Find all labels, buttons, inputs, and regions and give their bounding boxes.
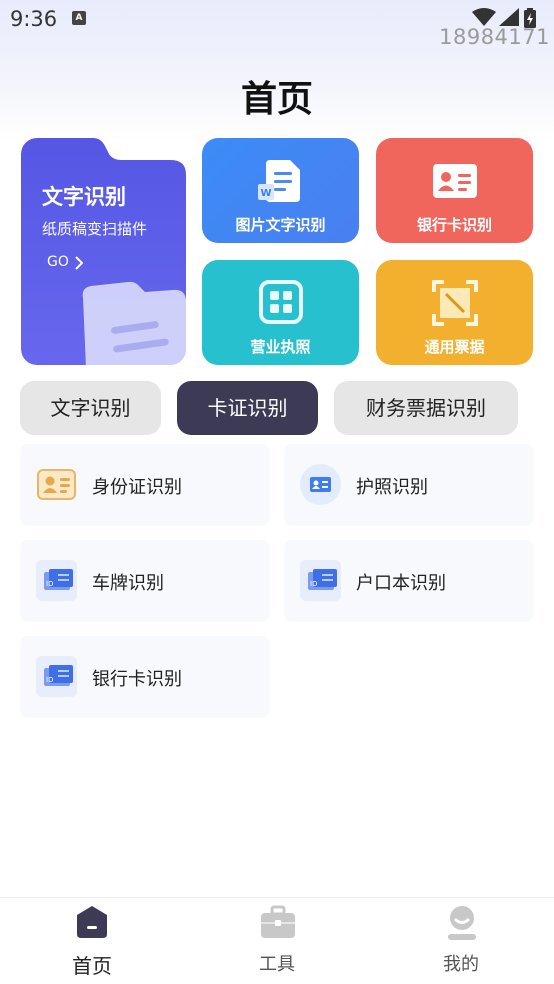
tab-card-recognition[interactable]: 卡证识别 <box>177 381 318 435</box>
picture-text-recognition-card[interactable]: W 图片文字识别 <box>202 138 359 243</box>
go-link[interactable]: GO <box>47 254 69 270</box>
signal-icon <box>499 8 519 26</box>
id-card-gold-icon <box>37 469 76 500</box>
device-id-text: 18984171 <box>439 25 550 49</box>
home-icon <box>77 906 107 938</box>
text-recognition-card[interactable]: 文字识别 纸质稿变扫描件 GO <box>21 138 186 365</box>
nav-mine-label: 我的 <box>443 954 479 975</box>
business-card-label: 营业执照 <box>250 338 311 356</box>
status-bar: 9:36 A 18984171 <box>0 0 554 49</box>
list-item-label: 身份证识别 <box>92 477 182 498</box>
chevron-right-icon <box>75 256 83 270</box>
list-item-label: 银行卡识别 <box>92 669 182 690</box>
license-plate-icon: ID <box>36 560 77 601</box>
picture-card-label: 图片文字识别 <box>235 216 326 234</box>
bill-card-label: 通用票据 <box>424 338 485 356</box>
main-card-subtitle: 纸质稿变扫描件 <box>42 220 148 238</box>
business-license-card[interactable]: 营业执照 <box>202 260 359 365</box>
nav-tools-label: 工具 <box>259 954 295 975</box>
svg-text:ID: ID <box>310 580 317 588</box>
nav-tools[interactable]: 工具 <box>217 898 337 984</box>
wifi-icon <box>472 8 496 26</box>
document-illustration-icon <box>82 281 186 365</box>
svg-text:W: W <box>260 188 271 199</box>
bank-card-label: 银行卡识别 <box>416 216 492 234</box>
bottom-navigation: 首页 工具 我的 <box>0 897 554 984</box>
bank-card-recognition-card[interactable]: 银行卡识别 <box>376 138 533 243</box>
list-item-bank-card[interactable]: ID 银行卡识别 <box>20 636 270 718</box>
svg-text:ID: ID <box>46 580 53 588</box>
profile-icon <box>448 906 476 940</box>
status-time: 9:36 <box>10 7 58 31</box>
nav-home-label: 首页 <box>72 954 112 978</box>
list-item-household-register[interactable]: ID 户口本识别 <box>284 540 534 622</box>
list-item-id-card[interactable]: 身份证识别 <box>20 444 270 526</box>
household-register-icon: ID <box>300 560 341 601</box>
list-item-passport[interactable]: 护照识别 <box>284 444 534 526</box>
toolbox-icon <box>261 905 295 938</box>
tab-finance-bill-recognition[interactable]: 财务票据识别 <box>334 381 518 435</box>
main-card-title: 文字识别 <box>42 185 126 209</box>
word-doc-icon: W <box>257 160 300 202</box>
nav-mine[interactable]: 我的 <box>401 898 521 984</box>
passport-icon <box>300 464 341 505</box>
list-item-label: 户口本识别 <box>356 573 446 594</box>
receipt-scan-icon <box>431 280 478 326</box>
svg-text:ID: ID <box>46 676 53 684</box>
list-item-label: 护照识别 <box>356 477 428 498</box>
tab-text-recognition[interactable]: 文字识别 <box>20 381 161 435</box>
notification-icon: A <box>72 11 86 25</box>
scan-frame-icon <box>258 280 303 324</box>
bank-card-icon: ID <box>36 656 77 697</box>
list-item-license-plate[interactable]: ID 车牌识别 <box>20 540 270 622</box>
general-bill-card[interactable]: 通用票据 <box>376 260 533 365</box>
page-title: 首页 <box>240 79 313 120</box>
nav-home[interactable]: 首页 <box>32 898 152 984</box>
id-card-icon <box>432 164 477 198</box>
list-item-label: 车牌识别 <box>92 573 164 594</box>
